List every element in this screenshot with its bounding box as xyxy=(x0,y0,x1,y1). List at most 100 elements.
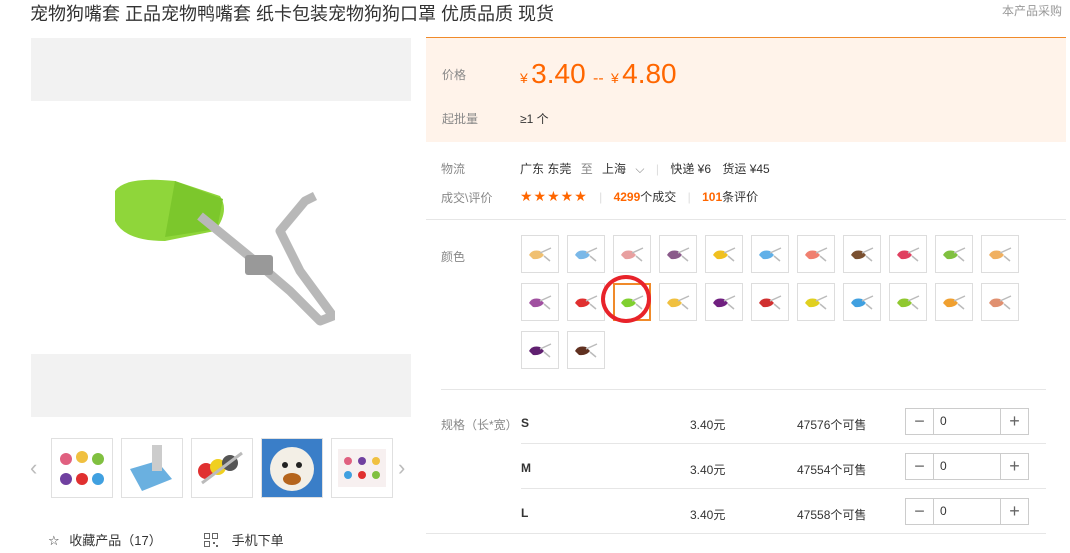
row-divider xyxy=(521,488,1046,489)
review-count: 101 xyxy=(702,190,723,204)
thumbnail-4[interactable] xyxy=(261,438,323,498)
color-swatch[interactable] xyxy=(705,283,743,321)
color-swatch[interactable] xyxy=(981,283,1019,321)
main-product-image[interactable] xyxy=(105,171,338,331)
spec-name: S xyxy=(521,416,530,430)
thumbnail-2[interactable] xyxy=(121,438,183,498)
quantity-input[interactable]: 0 xyxy=(933,409,1001,434)
price-separator: -- xyxy=(592,70,604,87)
spec-price: 3.40元 xyxy=(690,418,726,432)
section-divider xyxy=(426,219,1066,220)
decrement-button[interactable]: − xyxy=(906,499,933,524)
logistics-info: 广东 东莞 至 上海 ⌵ | 快递 ¥6 货运 ¥45 xyxy=(520,160,770,177)
qr-code-icon xyxy=(204,533,218,547)
mobile-order-button[interactable]: 手机下单 xyxy=(204,530,284,549)
price-label: 价格 xyxy=(442,68,467,82)
currency-symbol: ¥ xyxy=(610,70,619,86)
price-low: 3.40 xyxy=(531,58,586,89)
color-swatch[interactable] xyxy=(935,235,973,273)
color-swatch[interactable] xyxy=(521,235,559,273)
color-swatch[interactable] xyxy=(705,235,743,273)
chevron-left-icon[interactable]: ‹ xyxy=(30,455,37,481)
logistics-label: 物流 xyxy=(441,162,466,176)
chevron-right-icon[interactable]: › xyxy=(398,455,405,481)
color-swatch[interactable] xyxy=(659,283,697,321)
deal-count: 4299 xyxy=(613,190,641,204)
color-swatch[interactable] xyxy=(567,235,605,273)
color-swatch[interactable] xyxy=(889,235,927,273)
quantity-stepper[interactable]: −0 + xyxy=(905,408,1029,435)
color-swatch[interactable] xyxy=(843,235,881,273)
decrement-button[interactable]: − xyxy=(906,409,933,434)
divider: | xyxy=(599,190,603,204)
gallery-top-placeholder xyxy=(31,38,411,101)
currency-symbol: ¥ xyxy=(520,70,528,86)
color-swatch[interactable] xyxy=(981,235,1019,273)
spec-stock: 47576个可售 xyxy=(797,418,867,432)
spec-name: L xyxy=(521,506,529,520)
spec-label: 规格（长*宽） xyxy=(441,418,518,432)
thumbnail-1[interactable] xyxy=(51,438,113,498)
thumbnail-3[interactable] xyxy=(191,438,253,498)
color-swatch[interactable] xyxy=(935,283,973,321)
to-word: 至 xyxy=(580,162,593,176)
color-swatch[interactable] xyxy=(889,283,927,321)
row-divider xyxy=(521,443,1046,444)
color-swatch[interactable] xyxy=(521,331,559,369)
freight-fee: 货运 ¥45 xyxy=(722,162,770,176)
increment-button[interactable]: + xyxy=(1001,409,1028,434)
review-suffix: 条评价 xyxy=(722,190,759,204)
decrement-button[interactable]: − xyxy=(906,454,933,479)
divider: | xyxy=(655,162,659,176)
moq-value: ≥1 个 xyxy=(520,112,549,126)
color-swatch[interactable] xyxy=(751,283,789,321)
deal-suffix: 个成交 xyxy=(640,190,677,204)
quantity-input[interactable]: 0 xyxy=(933,454,1001,479)
chevron-down-icon: ⌵ xyxy=(635,162,645,176)
deal-count-link[interactable]: 4299个成交 xyxy=(614,190,677,204)
rating-stars: ★★★★★ xyxy=(520,188,588,204)
ship-to-select[interactable]: 上海 ⌵ xyxy=(602,162,648,176)
favorite-label: 收藏产品（17） xyxy=(69,533,162,548)
quantity-input[interactable]: 0 xyxy=(933,499,1001,524)
color-swatch[interactable] xyxy=(843,283,881,321)
section-divider xyxy=(441,389,1046,390)
price-high: 4.80 xyxy=(622,58,677,89)
product-title: 宠物狗嘴套 正品宠物鸭嘴套 纸卡包装宠物狗狗口罩 优质品质 现货 xyxy=(30,4,555,24)
ship-to: 上海 xyxy=(602,162,627,176)
divider: | xyxy=(687,190,691,204)
color-swatch[interactable] xyxy=(567,331,605,369)
color-swatch[interactable] xyxy=(567,283,605,321)
spec-stock: 47558个可售 xyxy=(797,508,867,522)
increment-button[interactable]: + xyxy=(1001,454,1028,479)
quantity-stepper[interactable]: −0 + xyxy=(905,453,1029,480)
spec-price: 3.40元 xyxy=(690,463,726,477)
highlight-circle xyxy=(601,275,651,323)
color-swatch[interactable] xyxy=(659,235,697,273)
deals-label: 成交\评价 xyxy=(441,191,493,205)
color-swatch[interactable] xyxy=(797,235,835,273)
ship-from: 广东 东莞 xyxy=(520,162,572,176)
color-swatch[interactable] xyxy=(797,283,835,321)
gallery-bottom-placeholder xyxy=(31,354,411,417)
spec-name: M xyxy=(521,461,531,475)
favorite-button[interactable]: ☆ 收藏产品（17） xyxy=(48,530,162,549)
spec-stock: 47554个可售 xyxy=(797,463,867,477)
thumbnail-5[interactable] xyxy=(331,438,393,498)
color-label: 颜色 xyxy=(441,250,466,264)
spec-price: 3.40元 xyxy=(690,508,726,522)
moq-label: 起批量 xyxy=(442,112,479,126)
express-fee: 快递 ¥6 xyxy=(670,162,712,176)
mobile-order-label: 手机下单 xyxy=(231,533,284,548)
color-swatch[interactable] xyxy=(613,235,651,273)
color-swatch[interactable] xyxy=(751,235,789,273)
deals-info: ★★★★★ | 4299个成交 | 101条评价 xyxy=(520,188,758,205)
row-divider xyxy=(426,533,1046,534)
increment-button[interactable]: + xyxy=(1001,499,1028,524)
title-note: 本产品采购 xyxy=(1001,4,1062,18)
review-count-link[interactable]: 101条评价 xyxy=(702,190,758,204)
star-outline-icon: ☆ xyxy=(48,533,60,548)
price-range: ¥ 3.40 -- ¥ 4.80 xyxy=(520,58,677,90)
color-swatch[interactable] xyxy=(521,283,559,321)
quantity-stepper[interactable]: −0 + xyxy=(905,498,1029,525)
